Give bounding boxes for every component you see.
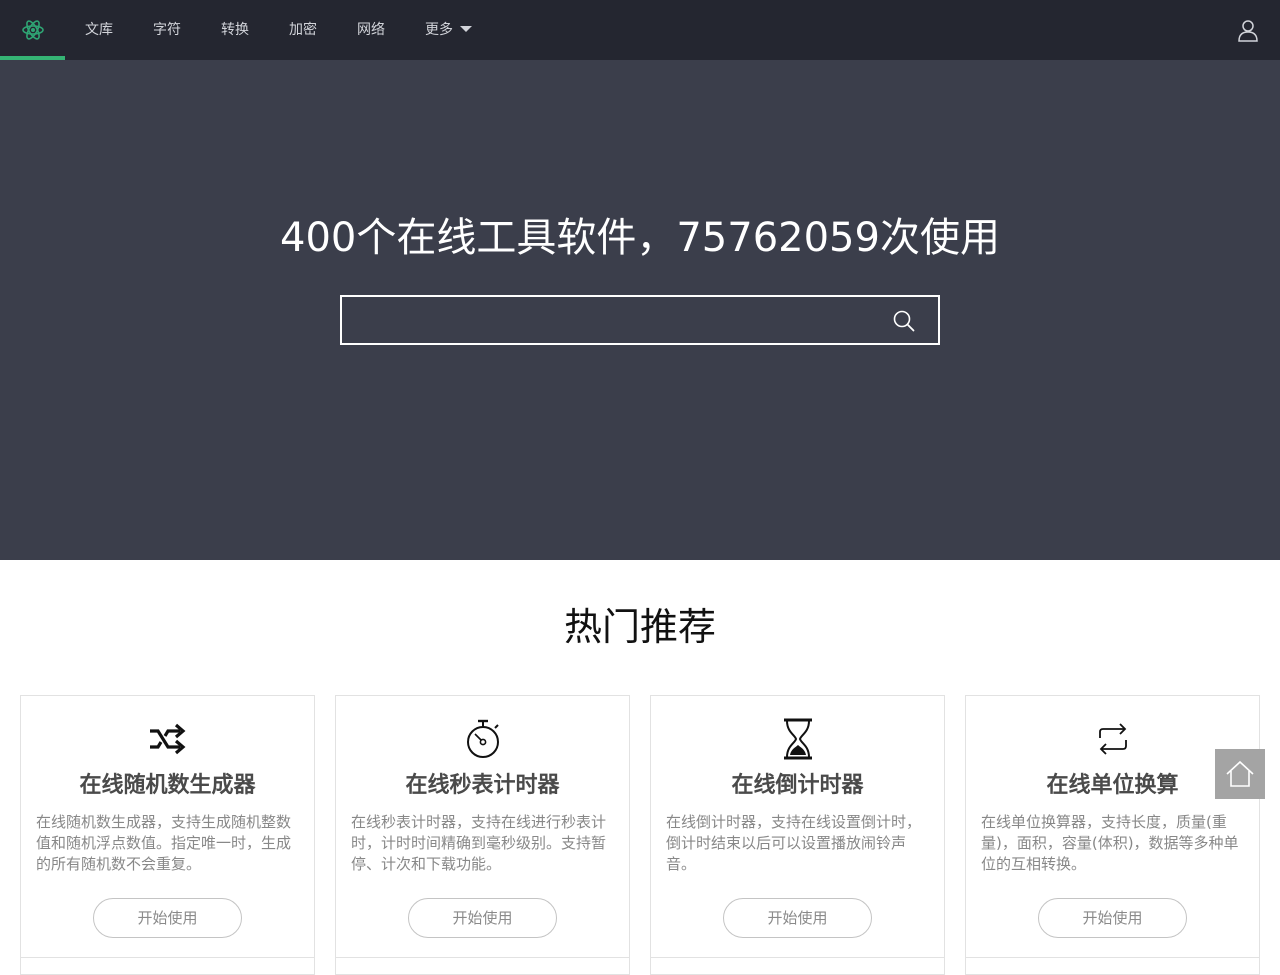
search-icon	[893, 310, 915, 332]
start-button[interactable]: 开始使用	[408, 898, 557, 938]
card-icon-wrap	[21, 718, 314, 760]
nav-item-more[interactable]: 更多	[425, 0, 472, 60]
nav-item-encrypt[interactable]: 加密	[289, 0, 317, 60]
start-button[interactable]: 开始使用	[93, 898, 242, 938]
nav-item-characters[interactable]: 字符	[153, 0, 181, 60]
card-divider	[966, 957, 1259, 958]
stopwatch-icon	[466, 719, 499, 758]
section-title: 热门推荐	[563, 605, 716, 649]
start-button[interactable]: 开始使用	[723, 898, 872, 938]
hourglass-icon	[783, 718, 812, 760]
nav-item-library[interactable]: 文库	[85, 0, 113, 60]
card-divider	[336, 957, 629, 958]
card-description: 在线随机数生成器，支持生成随机整数值和随机浮点数值。指定唯一时，生成的所有随机数…	[36, 813, 292, 873]
user-account-button[interactable]	[1236, 18, 1260, 42]
card-icon-wrap	[336, 718, 629, 760]
nav-item-convert[interactable]: 转换	[221, 0, 249, 60]
card-description: 在线单位换算器，支持长度，质量(重量)，面积，容量(体积)，数据等多种单位的互相…	[981, 813, 1239, 873]
card-icon-wrap	[651, 718, 944, 760]
shuffle-icon	[149, 723, 185, 755]
site-logo[interactable]	[0, 0, 65, 60]
card-divider	[21, 957, 314, 958]
user-icon	[1238, 20, 1258, 42]
nav-item-more-label: 更多	[425, 22, 453, 38]
search-button[interactable]	[892, 309, 916, 333]
card-description: 在线秒表计时器，支持在线进行秒表计时，计时时间精确到毫秒级别。支持暂停、计次和下…	[351, 813, 607, 873]
top-navbar: 文库 字符 转换 加密 网络 更多	[0, 0, 1280, 60]
hero-title: 400个在线工具软件，75762059次使用	[280, 215, 1000, 261]
atom-logo-icon	[21, 20, 44, 40]
card-title[interactable]: 在线秒表计时器	[336, 770, 629, 802]
tool-card-random-number: 在线随机数生成器 在线随机数生成器，支持生成随机整数值和随机浮点数值。指定唯一时…	[20, 695, 315, 975]
home-button[interactable]	[1215, 749, 1265, 799]
home-icon	[1226, 760, 1254, 787]
search-box	[340, 295, 940, 345]
tool-card-countdown: 在线倒计时器 在线倒计时器，支持在线设置倒计时，倒计时结束以后可以设置播放闹铃声…	[650, 695, 945, 975]
start-button[interactable]: 开始使用	[1038, 898, 1187, 938]
repeat-arrows-icon	[1098, 723, 1127, 755]
card-title[interactable]: 在线倒计时器	[651, 770, 944, 802]
card-description: 在线倒计时器，支持在线设置倒计时，倒计时结束以后可以设置播放闹铃声音。	[666, 813, 922, 873]
caret-down-icon	[460, 26, 472, 32]
tool-card-unit-conversion: 在线单位换算 在线单位换算器，支持长度，质量(重量)，面积，容量(体积)，数据等…	[965, 695, 1260, 975]
search-input[interactable]	[342, 297, 872, 343]
card-divider	[651, 957, 944, 958]
nav-item-network[interactable]: 网络	[357, 0, 385, 60]
tool-card-stopwatch: 在线秒表计时器 在线秒表计时器，支持在线进行秒表计时，计时时间精确到毫秒级别。支…	[335, 695, 630, 975]
card-title[interactable]: 在线随机数生成器	[21, 770, 314, 802]
hero-section: 400个在线工具软件，75762059次使用	[0, 60, 1280, 560]
